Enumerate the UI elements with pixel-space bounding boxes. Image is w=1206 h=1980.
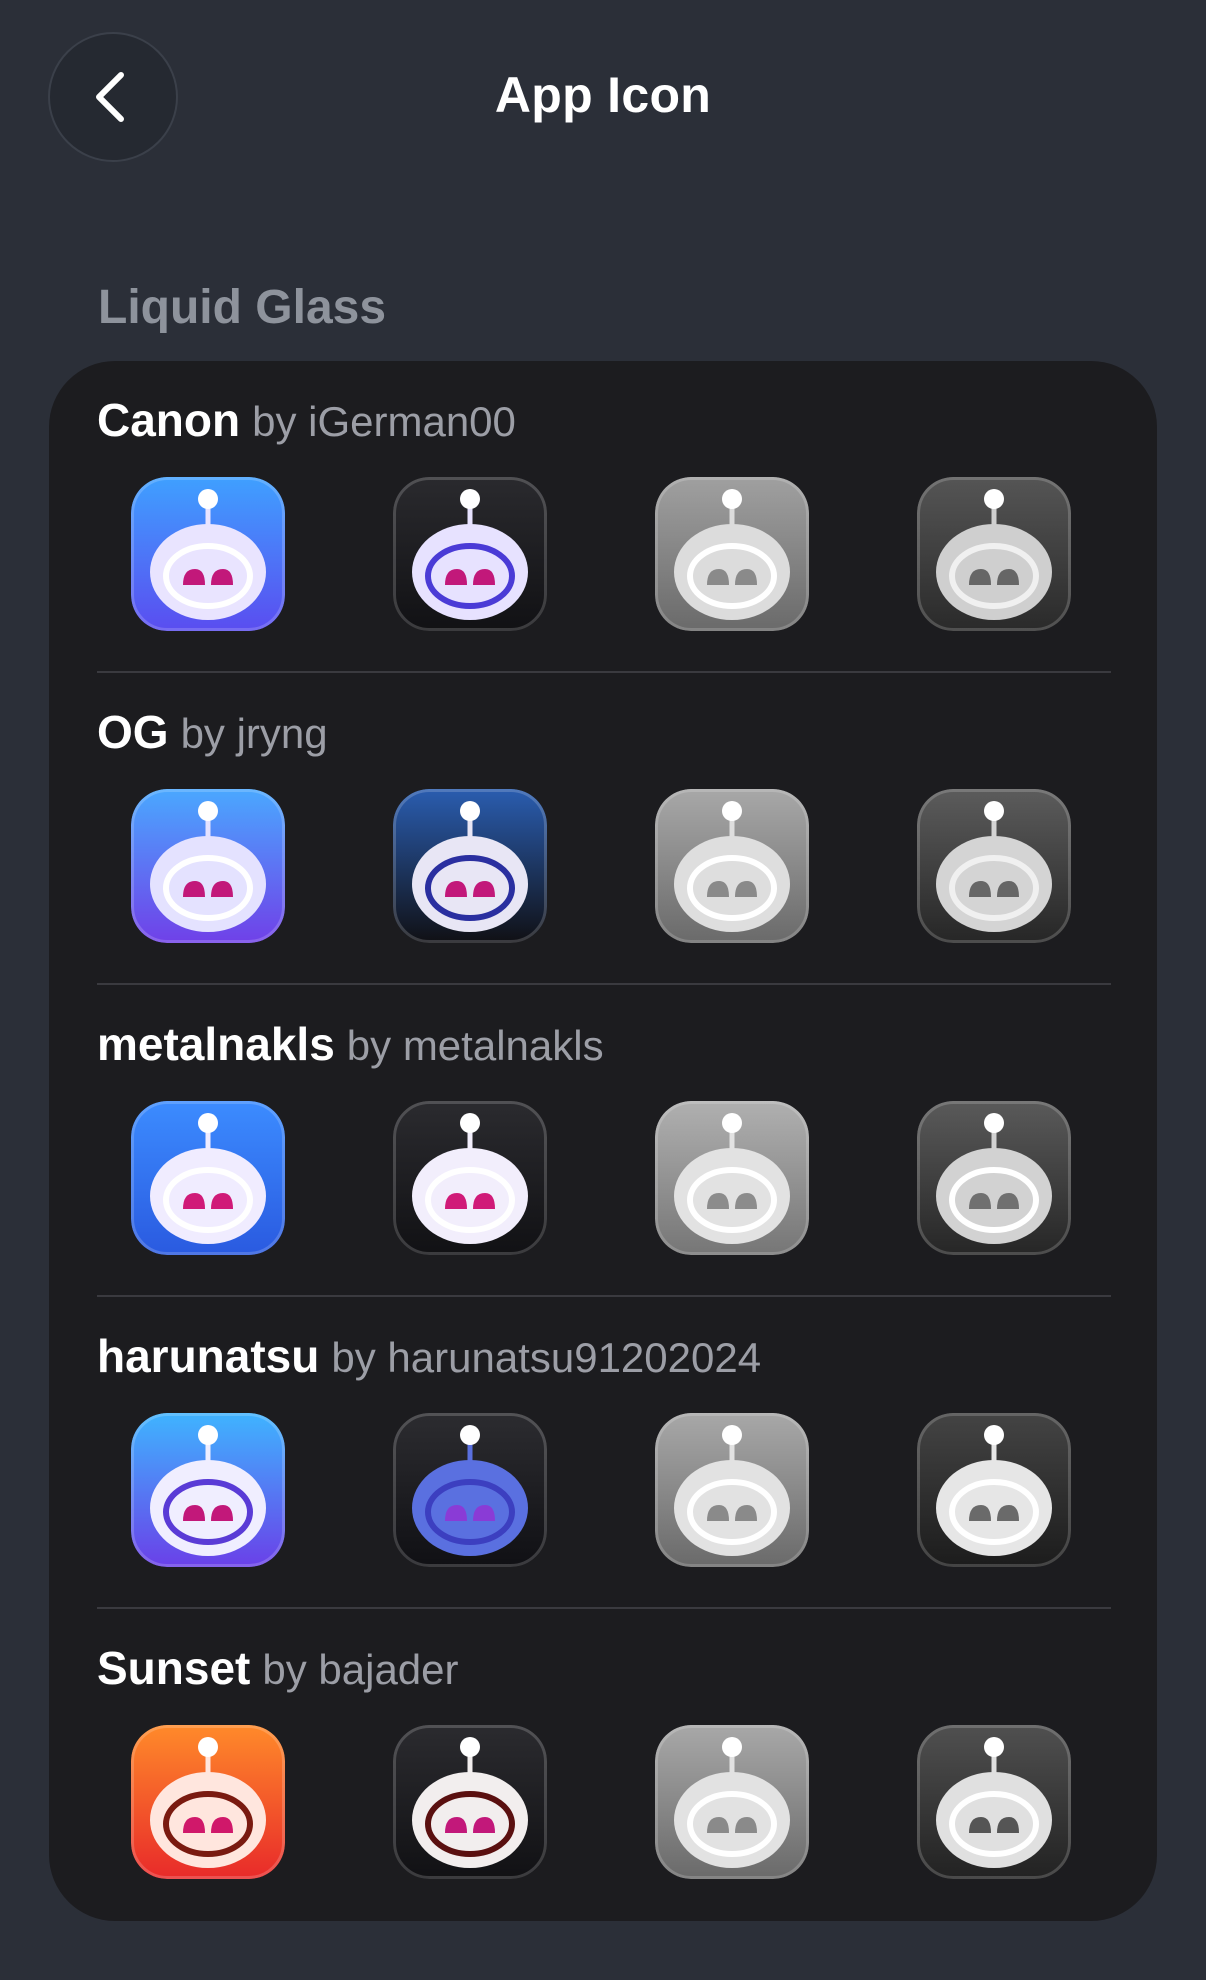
row-title-name: metalnakls (97, 1018, 335, 1070)
robot-app-icon (917, 1101, 1071, 1255)
robot-app-icon (393, 789, 547, 943)
row-title-name: Canon (97, 394, 241, 446)
robot-app-icon (917, 477, 1071, 631)
app-icon-option[interactable] (655, 789, 809, 943)
app-icon-option[interactable] (917, 477, 1071, 631)
app-icon-option[interactable] (655, 477, 809, 631)
app-icon-option[interactable] (131, 477, 285, 631)
row-title-name: OG (97, 706, 169, 758)
row-title-name: harunatsu (97, 1330, 320, 1382)
row-author: by metalnakls (346, 1022, 604, 1069)
robot-app-icon (131, 1413, 285, 1567)
icon-row-og: OG by jryng (49, 673, 1157, 985)
robot-app-icon (393, 1725, 547, 1879)
robot-app-icon (917, 1725, 1071, 1879)
app-icon-option[interactable] (131, 1413, 285, 1567)
robot-app-icon (393, 1101, 547, 1255)
robot-app-icon (393, 1413, 547, 1567)
row-author: by jryng (180, 710, 328, 757)
row-author: by iGerman00 (252, 398, 516, 445)
app-icon-option[interactable] (917, 1413, 1071, 1567)
app-icon-option[interactable] (131, 789, 285, 943)
robot-app-icon (655, 1101, 809, 1255)
app-icon-option[interactable] (393, 477, 547, 631)
app-icon-option[interactable] (393, 1101, 547, 1255)
icon-list-card: Canon by iGerman00 OG by jryng metalnakls b… (49, 361, 1157, 1921)
robot-app-icon (131, 1101, 285, 1255)
robot-app-icon (655, 477, 809, 631)
robot-app-icon (393, 477, 547, 631)
row-title-name: Sunset (97, 1642, 251, 1694)
app-icon-option[interactable] (917, 1101, 1071, 1255)
app-icon-option[interactable] (655, 1101, 809, 1255)
robot-app-icon (131, 789, 285, 943)
icon-row-harunatsu: harunatsu by harunatsu91202024 (49, 1297, 1157, 1609)
row-author: by harunatsu91202024 (331, 1334, 762, 1381)
app-icon-option[interactable] (917, 1725, 1071, 1879)
app-icon-option[interactable] (393, 1413, 547, 1567)
row-author: by bajader (262, 1646, 459, 1693)
icon-row-metalnakls: metalnakls by metalnakls (49, 985, 1157, 1297)
app-icon-option[interactable] (655, 1725, 809, 1879)
app-icon-option[interactable] (393, 789, 547, 943)
section-header: Liquid Glass (98, 281, 387, 334)
robot-app-icon (655, 1725, 809, 1879)
navigation-bar: App Icon (0, 0, 1206, 200)
app-icon-option[interactable] (393, 1725, 547, 1879)
robot-app-icon (655, 789, 809, 943)
app-icon-option[interactable] (655, 1413, 809, 1567)
robot-app-icon (131, 1725, 285, 1879)
icon-row-sunset: Sunset by bajader (49, 1609, 1157, 1921)
icon-row-canon: Canon by iGerman00 (49, 361, 1157, 673)
app-icon-option[interactable] (131, 1725, 285, 1879)
robot-app-icon (131, 477, 285, 631)
app-icon-option[interactable] (131, 1101, 285, 1255)
page-title: App Icon (494, 67, 712, 123)
robot-app-icon (917, 1413, 1071, 1567)
robot-app-icon (917, 789, 1071, 943)
robot-app-icon (655, 1413, 809, 1567)
app-icon-option[interactable] (917, 789, 1071, 943)
